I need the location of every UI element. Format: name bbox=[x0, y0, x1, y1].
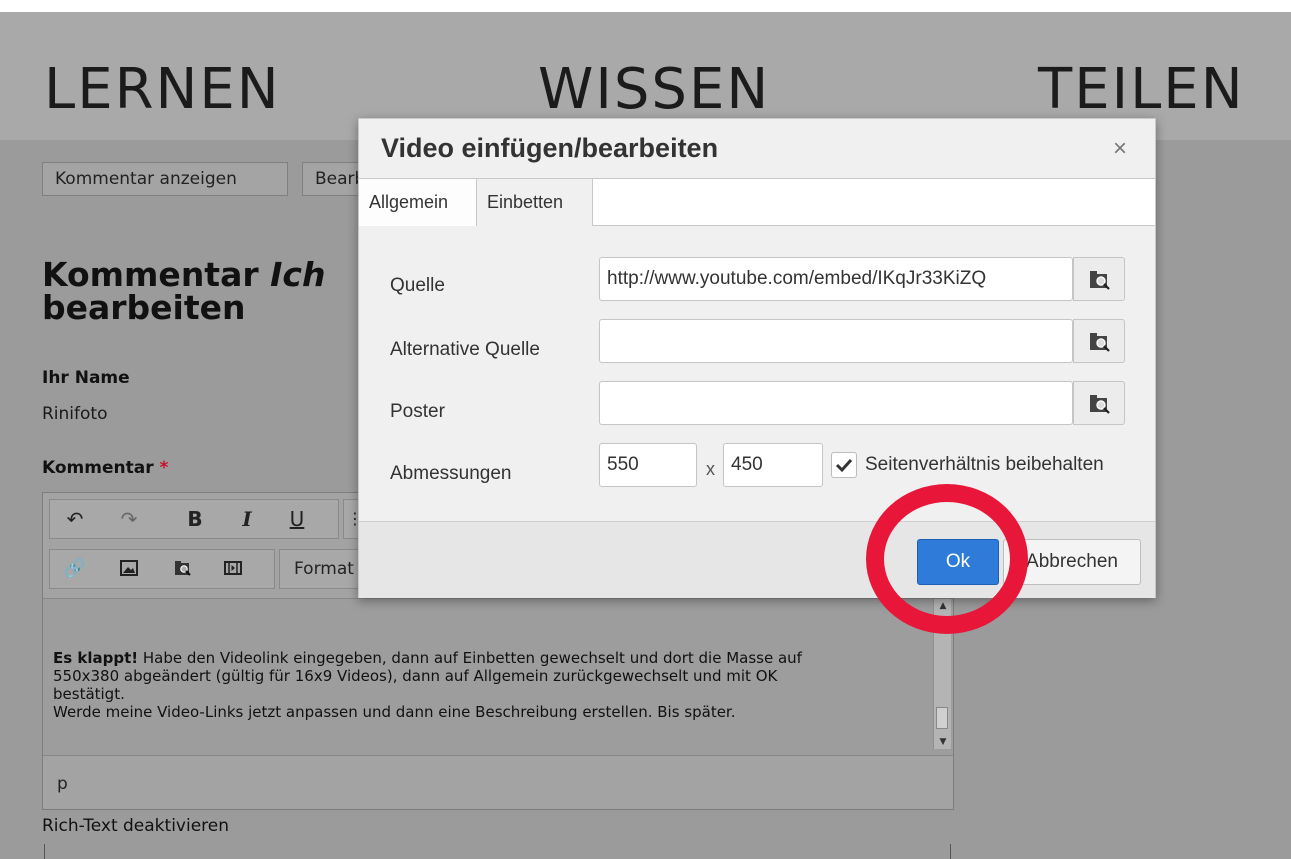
browse-icon[interactable] bbox=[169, 555, 197, 583]
italic-icon[interactable]: I bbox=[233, 505, 261, 533]
redo-icon[interactable]: ↷ bbox=[115, 505, 143, 533]
source-input[interactable]: http://www.youtube.com/embed/IKqJr33KiZQ bbox=[599, 257, 1073, 301]
comment-label-text: Kommentar bbox=[42, 458, 154, 478]
format-select-label: Format bbox=[294, 559, 354, 579]
editor-content[interactable]: Es klappt! Habe den Videolink eingegeben… bbox=[43, 599, 933, 755]
required-mark: * bbox=[159, 458, 169, 478]
format-select[interactable]: Format bbox=[279, 549, 369, 589]
cancel-button[interactable]: Abbrechen bbox=[1003, 539, 1141, 585]
underline-icon[interactable]: U bbox=[283, 505, 311, 533]
bold-icon[interactable]: B bbox=[181, 505, 209, 533]
close-icon[interactable]: × bbox=[1113, 137, 1127, 161]
source-label: Quelle bbox=[390, 275, 445, 296]
scroll-up-icon[interactable]: ▲ bbox=[934, 599, 952, 613]
scroll-thumb[interactable] bbox=[936, 707, 948, 729]
media-icon[interactable] bbox=[219, 555, 247, 583]
alt-source-browse-button[interactable] bbox=[1073, 319, 1125, 363]
tab-show-comment[interactable]: Kommentar anzeigen bbox=[42, 162, 288, 196]
dialog-footer: Ok Abbrechen bbox=[359, 521, 1155, 598]
name-value: Rinifoto bbox=[42, 404, 108, 424]
content-line2: 550x380 abgeändert (gültig für 16x9 Vide… bbox=[53, 667, 778, 685]
browse-icon bbox=[1090, 395, 1110, 414]
browse-icon bbox=[1090, 271, 1110, 290]
content-bold: Es klappt! bbox=[53, 649, 139, 667]
header-word-lernen: LERNEN bbox=[44, 57, 281, 122]
source-browse-button[interactable] bbox=[1073, 257, 1125, 301]
ok-button[interactable]: Ok bbox=[917, 539, 999, 585]
header-word-wissen: WISSEN bbox=[538, 57, 771, 122]
dimensions-label: Abmessungen bbox=[390, 463, 512, 484]
dialog-title: Video einfügen/bearbeiten bbox=[381, 133, 719, 163]
page-title-line2: bearbeiten bbox=[42, 288, 246, 327]
width-input[interactable]: 550 bbox=[599, 443, 697, 487]
link-icon[interactable]: 🔗 bbox=[61, 555, 89, 583]
dimension-separator: x bbox=[706, 459, 715, 479]
scroll-down-icon[interactable]: ▼ bbox=[934, 735, 952, 749]
poster-label: Poster bbox=[390, 401, 445, 422]
content-line4: Werde meine Video-Links jetzt anpassen u… bbox=[53, 703, 736, 721]
image-icon[interactable] bbox=[115, 555, 143, 583]
content-line1: Habe den Videolink eingegeben, dann auf … bbox=[138, 649, 802, 667]
element-path-text: p bbox=[57, 774, 68, 794]
element-path: p bbox=[43, 755, 953, 809]
dialog-tabs: Allgemein Einbetten bbox=[359, 179, 1155, 226]
page-title-part-b: Ich bbox=[270, 255, 326, 294]
page-title: Kommentar Ich bearbeiten bbox=[42, 258, 325, 324]
alt-source-input[interactable] bbox=[599, 319, 1073, 363]
keep-ratio-checkbox[interactable] bbox=[831, 452, 857, 478]
content-line3: bestätigt. bbox=[53, 685, 125, 703]
alt-source-label: Alternative Quelle bbox=[390, 339, 540, 360]
keep-ratio-label: Seitenverhältnis beibehalten bbox=[865, 454, 1104, 475]
tab-einbetten[interactable]: Einbetten bbox=[476, 179, 593, 226]
divider-right bbox=[950, 844, 951, 859]
checkmark-icon bbox=[835, 458, 853, 473]
height-input[interactable]: 450 bbox=[723, 443, 823, 487]
dialog-body: Quelle http://www.youtube.com/embed/IKqJ… bbox=[359, 227, 1155, 520]
top-band bbox=[0, 0, 1291, 12]
name-label: Ihr Name bbox=[42, 368, 130, 388]
tab-allgemein[interactable]: Allgemein bbox=[359, 179, 476, 226]
comment-label: Kommentar * bbox=[42, 458, 168, 478]
poster-input[interactable] bbox=[599, 381, 1073, 425]
undo-icon[interactable]: ↶ bbox=[61, 505, 89, 533]
browse-icon bbox=[1090, 333, 1110, 352]
editor-scrollbar[interactable]: ▲ ▼ bbox=[933, 599, 951, 749]
video-dialog: Video einfügen/bearbeiten × Allgemein Ei… bbox=[358, 118, 1156, 598]
divider-left bbox=[44, 844, 45, 859]
richtext-toggle-link[interactable]: Rich-Text deaktivieren bbox=[42, 816, 229, 836]
poster-browse-button[interactable] bbox=[1073, 381, 1125, 425]
header-word-teilen: TEILEN bbox=[1038, 57, 1245, 122]
